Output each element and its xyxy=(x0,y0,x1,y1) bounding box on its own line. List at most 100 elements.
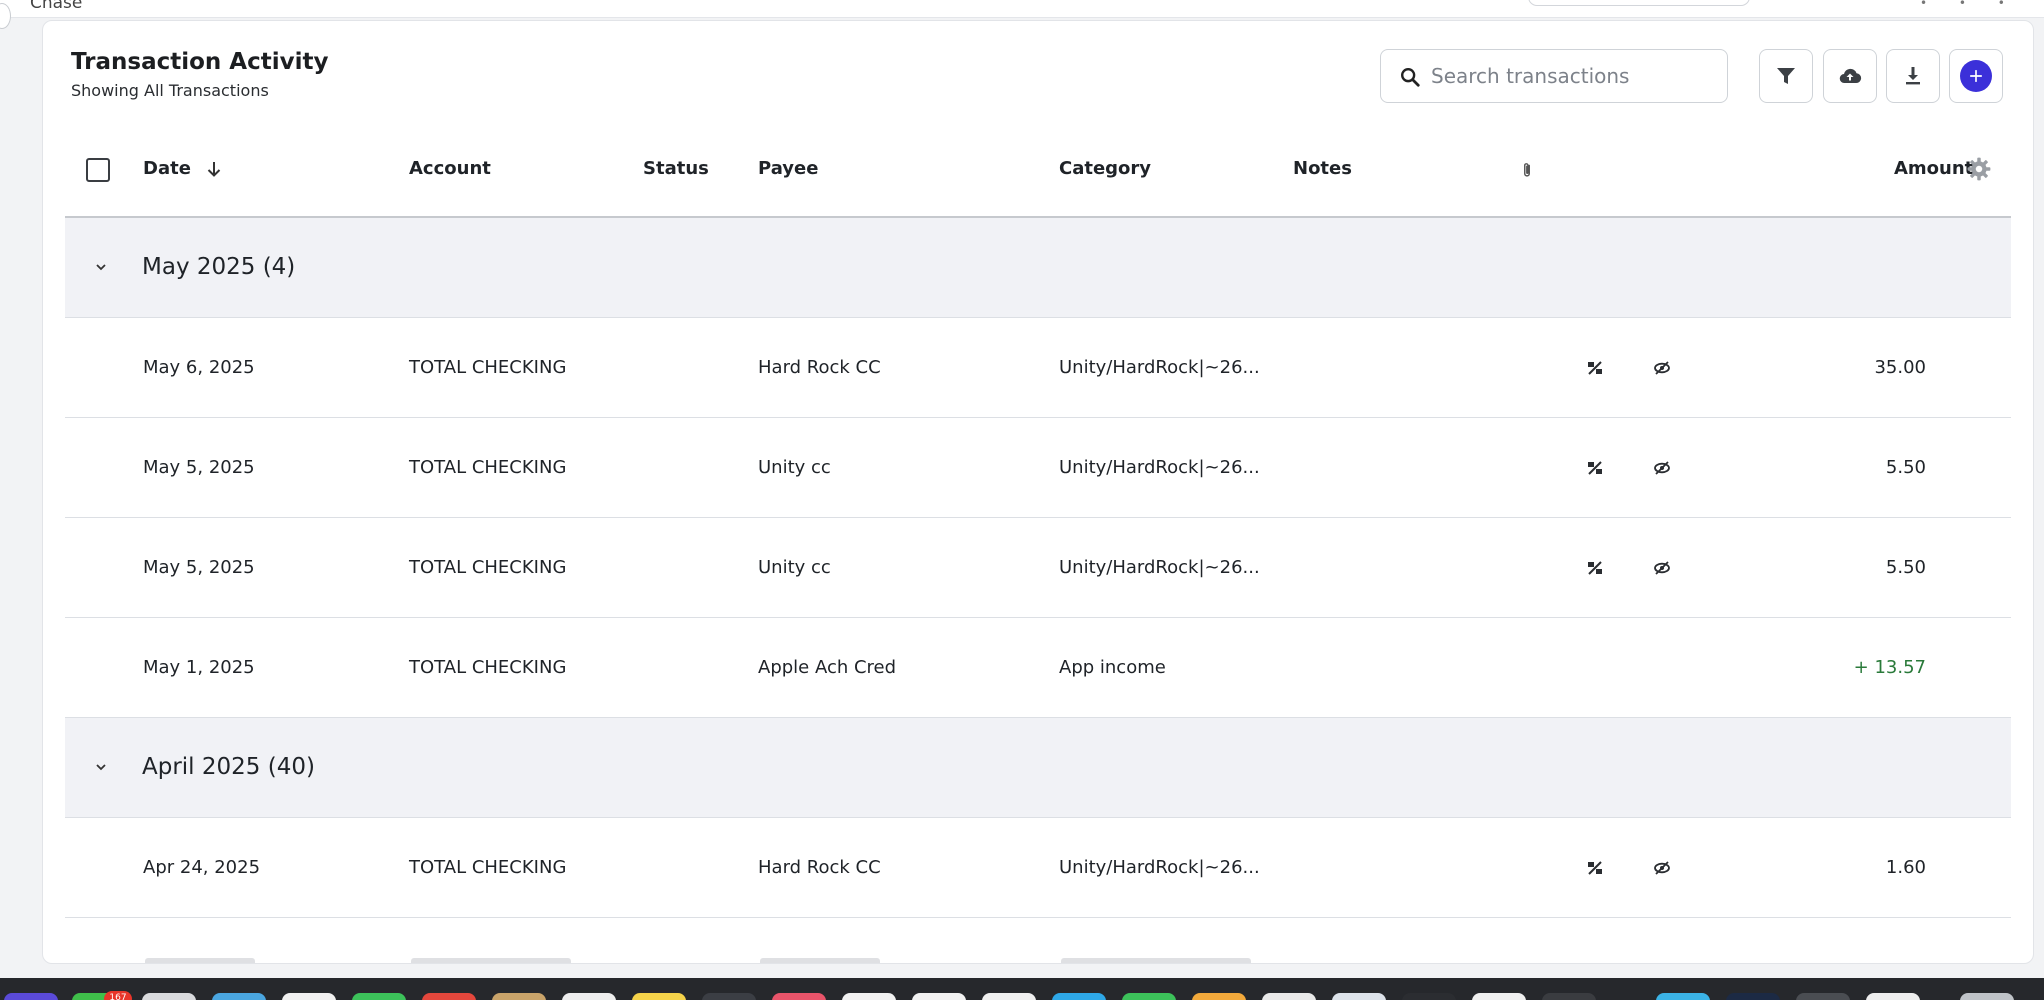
window-title: Chase xyxy=(30,0,83,13)
dock-app-icon[interactable] xyxy=(1472,993,1526,1000)
column-amount[interactable]: Amount xyxy=(1894,158,1973,179)
cell-category: App income xyxy=(1059,657,1166,678)
cell-category: Unity/HardRock|~26... xyxy=(1059,357,1260,378)
cell-payee: Hard Rock CC xyxy=(758,357,881,378)
window-edge-control[interactable] xyxy=(0,3,11,29)
cell-date: May 5, 2025 xyxy=(143,557,255,578)
month-group-label: May 2025 (4) xyxy=(142,254,296,280)
cell-date: May 6, 2025 xyxy=(143,357,255,378)
dock-app-icon[interactable] xyxy=(982,993,1036,1000)
dock-app-icon[interactable] xyxy=(212,993,266,1000)
split-icon[interactable] xyxy=(1586,359,1604,377)
cell-payee: Apple Ach Cred xyxy=(758,657,897,678)
transaction-list: May 2025 (4) May 6, 2025 TOTAL CHECKING … xyxy=(65,218,2011,963)
macos-dock: 167 xyxy=(0,978,2044,1000)
column-category[interactable]: Category xyxy=(1059,158,1151,179)
split-icon[interactable] xyxy=(1586,559,1604,577)
titlebar-pill[interactable] xyxy=(1528,0,1750,6)
table-row[interactable]: May 6, 2025 TOTAL CHECKING Hard Rock CC … xyxy=(65,318,2011,418)
search-icon xyxy=(1401,68,1420,87)
dock-app-icon[interactable] xyxy=(842,993,896,1000)
transactions-card: Transaction Activity Showing All Transac… xyxy=(42,20,2034,964)
cell-placeholder xyxy=(1061,958,1251,963)
paperclip-icon[interactable] xyxy=(1518,160,1536,180)
dock-app-icon[interactable] xyxy=(422,993,476,1000)
column-status[interactable]: Status xyxy=(643,158,709,179)
chevron-down-icon[interactable] xyxy=(94,760,108,774)
sort-desc-icon[interactable] xyxy=(204,159,224,179)
dock-app-icon[interactable] xyxy=(1542,993,1596,1000)
page-subtitle: Showing All Transactions xyxy=(71,81,269,100)
dock-app-icon[interactable] xyxy=(352,993,406,1000)
dock-app-icon[interactable] xyxy=(1402,993,1456,1000)
eye-off-icon[interactable] xyxy=(1653,559,1671,577)
cell-amount: 5.50 xyxy=(1885,557,1926,578)
dock-app-icon[interactable] xyxy=(282,993,336,1000)
dock-app-icon[interactable] xyxy=(142,993,196,1000)
dock-app-icon[interactable] xyxy=(1122,993,1176,1000)
cell-amount-income: + 13.57 xyxy=(1853,657,1926,678)
month-group-label: April 2025 (40) xyxy=(142,754,315,780)
table-row[interactable]: May 5, 2025 TOTAL CHECKING Unity cc Unit… xyxy=(65,518,2011,618)
cell-account: TOTAL CHECKING xyxy=(409,457,567,478)
month-group-header[interactable]: May 2025 (4) xyxy=(65,218,2011,318)
cloud-upload-icon xyxy=(1839,68,1862,84)
cell-amount: 5.50 xyxy=(1885,457,1926,478)
select-all-checkbox[interactable] xyxy=(86,158,110,182)
dock-app-icon[interactable] xyxy=(912,993,966,1000)
chevron-down-icon[interactable] xyxy=(94,260,108,274)
dock-app-icon[interactable] xyxy=(1192,993,1246,1000)
dock-app-icon[interactable] xyxy=(1726,993,1780,1000)
dock-app-icon[interactable] xyxy=(702,993,756,1000)
cell-amount: 35.00 xyxy=(1874,357,1926,378)
window-titlebar: Chase • • • xyxy=(0,0,2044,29)
cell-payee: Hard Rock CC xyxy=(758,857,881,878)
column-payee[interactable]: Payee xyxy=(758,158,818,179)
month-group-header[interactable]: April 2025 (40) xyxy=(65,718,2011,818)
dock-app-icon[interactable] xyxy=(562,993,616,1000)
cell-payee: Unity cc xyxy=(758,557,831,578)
split-icon[interactable] xyxy=(1586,459,1604,477)
eye-off-icon[interactable] xyxy=(1653,359,1671,377)
dock-app-icon[interactable] xyxy=(772,993,826,1000)
search-input[interactable] xyxy=(1431,60,1711,92)
dock-app-icon[interactable] xyxy=(4,993,58,1000)
cell-account: TOTAL CHECKING xyxy=(409,557,567,578)
table-row[interactable]: Apr 24, 2025 TOTAL CHECKING Hard Rock CC… xyxy=(65,818,2011,918)
search-box[interactable] xyxy=(1380,49,1728,103)
filter-button[interactable] xyxy=(1759,49,1813,103)
gear-icon[interactable] xyxy=(1966,156,1992,182)
cell-date: May 5, 2025 xyxy=(143,457,255,478)
dock-app-icon[interactable] xyxy=(1866,993,1920,1000)
eye-off-icon[interactable] xyxy=(1653,459,1671,477)
eye-off-icon[interactable] xyxy=(1653,859,1671,877)
download-button[interactable] xyxy=(1886,49,1940,103)
cell-placeholder xyxy=(145,958,255,963)
dock-app-icon[interactable] xyxy=(632,993,686,1000)
dock-app-icon[interactable] xyxy=(492,993,546,1000)
cell-amount: 1.60 xyxy=(1885,857,1926,878)
table-row-partial[interactable] xyxy=(65,918,2011,963)
column-account[interactable]: Account xyxy=(409,158,491,179)
dock-app-icon[interactable] xyxy=(1656,993,1710,1000)
dock-app-icon[interactable] xyxy=(1332,993,1386,1000)
column-notes[interactable]: Notes xyxy=(1293,158,1352,179)
cell-account: TOTAL CHECKING xyxy=(409,857,567,878)
dock-app-icon[interactable] xyxy=(1796,993,1850,1000)
download-icon xyxy=(1906,67,1920,85)
dock-badge: 167 xyxy=(104,991,132,1000)
cell-account: TOTAL CHECKING xyxy=(409,657,567,678)
table-row[interactable]: May 1, 2025 TOTAL CHECKING Apple Ach Cre… xyxy=(65,618,2011,718)
dock-trash-icon[interactable] xyxy=(1960,993,2014,1000)
dock-app-icon[interactable] xyxy=(1262,993,1316,1000)
cell-category: Unity/HardRock|~26... xyxy=(1059,457,1260,478)
table-row[interactable]: May 5, 2025 TOTAL CHECKING Unity cc Unit… xyxy=(65,418,2011,518)
cell-date: Apr 24, 2025 xyxy=(143,857,261,878)
titlebar-controls[interactable]: • • • xyxy=(1920,0,2019,10)
column-date[interactable]: Date xyxy=(143,158,191,179)
add-transaction-button[interactable] xyxy=(1949,49,2003,103)
dock-app-icon[interactable] xyxy=(1052,993,1106,1000)
page-title: Transaction Activity xyxy=(71,49,329,75)
upload-button[interactable] xyxy=(1823,49,1877,103)
split-icon[interactable] xyxy=(1586,859,1604,877)
